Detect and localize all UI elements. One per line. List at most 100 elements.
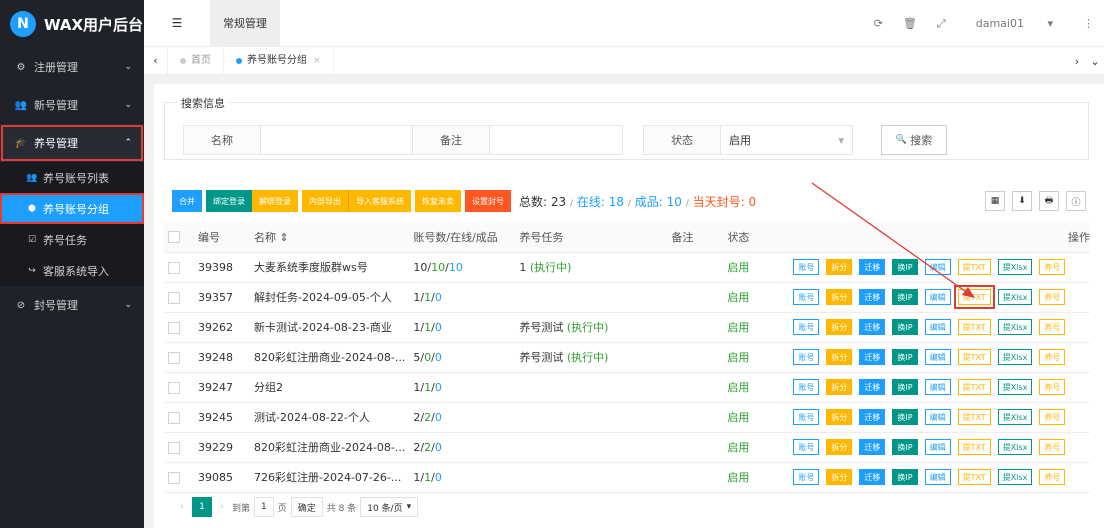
- nurture-button[interactable]: 养号: [1039, 439, 1066, 455]
- nurture-button[interactable]: 养号: [1039, 409, 1066, 425]
- change-ip-button[interactable]: 换IP: [892, 379, 918, 395]
- row-checkbox[interactable]: [168, 411, 180, 424]
- bind-login-button[interactable]: 绑定登录: [206, 190, 252, 212]
- edit-button[interactable]: 编辑: [924, 469, 951, 485]
- goto-confirm-button[interactable]: 确定: [290, 497, 323, 517]
- tab-nurture-groups[interactable]: 养号账号分组 ×: [224, 46, 334, 75]
- edit-button[interactable]: 编辑: [924, 409, 951, 425]
- select-all-checkbox[interactable]: [168, 231, 180, 244]
- split-button[interactable]: 拆分: [826, 349, 853, 365]
- remark-input[interactable]: [490, 125, 623, 155]
- extract-txt-button[interactable]: 提TXT: [957, 379, 991, 395]
- extract-xlsx-button[interactable]: 提Xlsx: [997, 319, 1033, 335]
- split-button[interactable]: 拆分: [826, 379, 853, 395]
- row-checkbox[interactable]: [168, 441, 180, 454]
- migrate-button[interactable]: 迁移: [859, 289, 886, 305]
- extract-xlsx-button[interactable]: 提Xlsx: [997, 259, 1033, 275]
- migrate-button[interactable]: 迁移: [859, 379, 886, 395]
- tab-menu-icon[interactable]: ⌄: [1086, 55, 1104, 68]
- extract-txt-button[interactable]: 提TXT: [957, 319, 991, 335]
- row-checkbox[interactable]: [168, 471, 180, 484]
- split-button[interactable]: 拆分: [826, 439, 853, 455]
- split-button[interactable]: 拆分: [826, 409, 853, 425]
- nurture-button[interactable]: 养号: [1039, 259, 1066, 275]
- edit-button[interactable]: 编辑: [924, 259, 951, 275]
- search-button[interactable]: 🔍 搜索: [881, 125, 947, 155]
- name-input[interactable]: [261, 125, 413, 155]
- accounts-button[interactable]: 账号: [793, 349, 820, 365]
- sidebar-item-nurture[interactable]: 🎓 养号管理 ⌃: [0, 124, 144, 162]
- change-ip-button[interactable]: 换IP: [892, 469, 918, 485]
- row-checkbox[interactable]: [168, 381, 180, 394]
- extract-txt-button[interactable]: 提TXT: [957, 259, 991, 275]
- migrate-button[interactable]: 迁移: [859, 259, 886, 275]
- split-button[interactable]: 拆分: [826, 319, 853, 335]
- edit-button[interactable]: 编辑: [924, 319, 951, 335]
- tab-scroll-right-icon[interactable]: ›: [1068, 55, 1086, 68]
- edit-button[interactable]: 编辑: [924, 379, 951, 395]
- extract-xlsx-button[interactable]: 提Xlsx: [997, 439, 1033, 455]
- status-select[interactable]: 启用 ▾: [721, 125, 853, 155]
- extract-txt-button[interactable]: 提TXT: [957, 349, 991, 365]
- goto-input[interactable]: 1: [254, 497, 274, 517]
- extract-txt-button[interactable]: 提TXT: [953, 285, 995, 309]
- extract-txt-button[interactable]: 提TXT: [957, 469, 991, 485]
- change-ip-button[interactable]: 换IP: [892, 439, 918, 455]
- edit-button[interactable]: 编辑: [924, 349, 951, 365]
- accounts-button[interactable]: 账号: [793, 439, 820, 455]
- trash-icon[interactable]: 🗑: [903, 17, 917, 30]
- extract-xlsx-button[interactable]: 提Xlsx: [997, 379, 1033, 395]
- accounts-button[interactable]: 账号: [793, 469, 820, 485]
- row-checkbox[interactable]: [168, 261, 180, 274]
- nurture-button[interactable]: 养号: [1039, 469, 1066, 485]
- migrate-button[interactable]: 迁移: [859, 349, 886, 365]
- change-ip-button[interactable]: 换IP: [892, 319, 918, 335]
- sidebar-item-banned[interactable]: ⊘ 封号管理 ⌄: [0, 286, 144, 324]
- tab-scroll-left-icon[interactable]: ‹: [144, 46, 168, 75]
- unbind-login-button[interactable]: 解绑登录: [252, 190, 298, 212]
- info-icon[interactable]: ⓘ: [1066, 191, 1086, 211]
- edit-button[interactable]: 编辑: [924, 289, 951, 305]
- page-size-select[interactable]: 10 条/页 ▾: [360, 497, 419, 517]
- sidebar-subitem-nurture-list[interactable]: 👥 养号账号列表: [0, 162, 144, 193]
- import-cs-button[interactable]: 导入客服系统: [349, 190, 411, 212]
- nurture-button[interactable]: 养号: [1039, 379, 1066, 395]
- set-banned-button[interactable]: 设置封号: [465, 190, 511, 212]
- accounts-button[interactable]: 账号: [793, 289, 820, 305]
- next-page-icon[interactable]: ›: [212, 497, 232, 517]
- split-button[interactable]: 拆分: [826, 289, 853, 305]
- columns-icon[interactable]: ▦: [985, 191, 1005, 211]
- nurture-button[interactable]: 养号: [1039, 349, 1066, 365]
- sidebar-subitem-cs-import[interactable]: ↪ 客服系统导入: [0, 255, 144, 286]
- fullscreen-icon[interactable]: ⤢: [937, 17, 946, 31]
- split-button[interactable]: 拆分: [826, 259, 853, 275]
- accounts-button[interactable]: 账号: [793, 259, 820, 275]
- sidebar-item-new-accounts[interactable]: 👥 新号管理 ⌄: [0, 86, 144, 124]
- prev-page-icon[interactable]: ‹: [172, 497, 192, 517]
- migrate-button[interactable]: 迁移: [859, 469, 886, 485]
- extract-xlsx-button[interactable]: 提Xlsx: [997, 349, 1033, 365]
- more-icon[interactable]: ⋮: [1083, 17, 1094, 30]
- extract-xlsx-button[interactable]: 提Xlsx: [997, 289, 1033, 305]
- print-icon[interactable]: 🖶: [1039, 191, 1059, 211]
- row-checkbox[interactable]: [168, 321, 180, 334]
- tab-home[interactable]: 首页: [168, 46, 224, 75]
- accounts-button[interactable]: 账号: [793, 409, 820, 425]
- split-button[interactable]: 拆分: [826, 469, 853, 485]
- edit-button[interactable]: 编辑: [924, 439, 951, 455]
- nurture-button[interactable]: 养号: [1039, 319, 1066, 335]
- change-ip-button[interactable]: 换IP: [892, 259, 918, 275]
- migrate-button[interactable]: 迁移: [859, 409, 886, 425]
- close-icon[interactable]: ×: [313, 47, 321, 75]
- sidebar-subitem-nurture-tasks[interactable]: ☑ 养号任务: [0, 224, 144, 255]
- extract-txt-button[interactable]: 提TXT: [957, 409, 991, 425]
- sidebar-subitem-nurture-groups[interactable]: ⬢ 养号账号分组: [0, 193, 144, 224]
- restore-unsold-button[interactable]: 恢复未卖: [415, 190, 461, 212]
- top-tab-general[interactable]: 常规管理: [210, 0, 280, 47]
- change-ip-button[interactable]: 换IP: [892, 349, 918, 365]
- migrate-button[interactable]: 迁移: [859, 319, 886, 335]
- extract-txt-button[interactable]: 提TXT: [957, 439, 991, 455]
- extract-xlsx-button[interactable]: 提Xlsx: [997, 469, 1033, 485]
- extract-xlsx-button[interactable]: 提Xlsx: [997, 409, 1033, 425]
- row-checkbox[interactable]: [168, 291, 180, 304]
